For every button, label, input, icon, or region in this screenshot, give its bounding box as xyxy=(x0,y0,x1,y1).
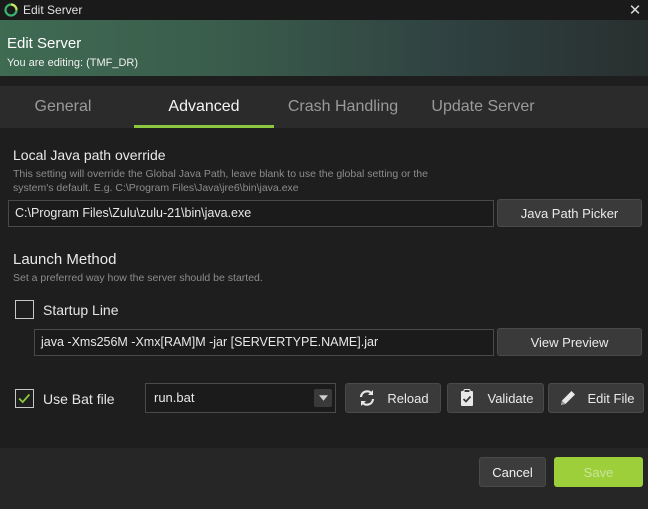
launch-method-title: Launch Method xyxy=(13,251,117,268)
java-path-picker-label: Java Path Picker xyxy=(520,205,619,221)
save-label: Save xyxy=(583,464,614,480)
startup-line-checkbox[interactable] xyxy=(15,300,34,319)
view-preview-button[interactable]: View Preview xyxy=(497,328,642,356)
tab-crash-handling[interactable]: Crash Handling xyxy=(274,86,412,128)
bat-file-select[interactable]: run.bat xyxy=(145,383,336,413)
reload-button[interactable]: Reload xyxy=(345,383,441,413)
window-titlebar: Edit Server ✕ xyxy=(0,0,648,20)
startup-line-label: Startup Line xyxy=(43,302,119,318)
window-title: Edit Server xyxy=(23,3,83,17)
cancel-label: Cancel xyxy=(492,464,533,480)
tab-update-server[interactable]: Update Server xyxy=(412,86,554,128)
dialog-header: Edit Server You are editing: (TMF_DR) xyxy=(0,20,648,76)
bat-file-value: run.bat xyxy=(154,390,195,405)
launch-method-desc: Set a preferred way how the server shoul… xyxy=(13,272,263,284)
java-path-desc-line1: This setting will override the Global Ja… xyxy=(13,168,428,180)
view-preview-label: View Preview xyxy=(530,334,609,350)
close-icon[interactable]: ✕ xyxy=(622,0,648,20)
save-button[interactable]: Save xyxy=(554,457,643,487)
java-path-title: Local Java path override xyxy=(13,147,166,163)
startup-line-input[interactable]: java -Xms256M -Xmx[RAM]M -jar [SERVERTYP… xyxy=(34,329,494,356)
use-bat-checkbox[interactable] xyxy=(15,389,34,408)
chevron-down-icon[interactable] xyxy=(314,389,332,407)
tab-advanced[interactable]: Advanced xyxy=(134,86,274,128)
edit-file-button[interactable]: Edit File xyxy=(548,383,644,413)
advanced-panel: Local Java path override This setting wi… xyxy=(0,128,648,448)
java-path-input[interactable]: C:\Program Files\Zulu\zulu-21\bin\java.e… xyxy=(8,200,494,227)
reload-icon xyxy=(360,390,375,406)
validate-button[interactable]: Validate xyxy=(447,383,544,413)
cancel-button[interactable]: Cancel xyxy=(479,457,546,487)
tab-general[interactable]: General xyxy=(0,86,126,128)
header-title: Edit Server xyxy=(7,35,82,52)
clipboard-check-icon xyxy=(461,389,474,406)
tab-bar: General Advanced Crash Handling Update S… xyxy=(0,86,648,128)
header-subtitle: You are editing: (TMF_DR) xyxy=(7,57,139,69)
dialog-footer: Cancel Save xyxy=(0,448,648,509)
java-path-desc-line2: system's default. E.g. C:\Program Files\… xyxy=(13,182,299,194)
java-path-picker-button[interactable]: Java Path Picker xyxy=(497,199,642,227)
app-logo-icon xyxy=(4,3,18,17)
reload-label: Reload xyxy=(387,390,429,406)
pencil-icon xyxy=(560,391,575,405)
edit-file-label: Edit File xyxy=(587,390,635,406)
checkmark-icon xyxy=(18,393,31,404)
use-bat-label: Use Bat file xyxy=(43,391,115,407)
validate-label: Validate xyxy=(487,390,534,406)
